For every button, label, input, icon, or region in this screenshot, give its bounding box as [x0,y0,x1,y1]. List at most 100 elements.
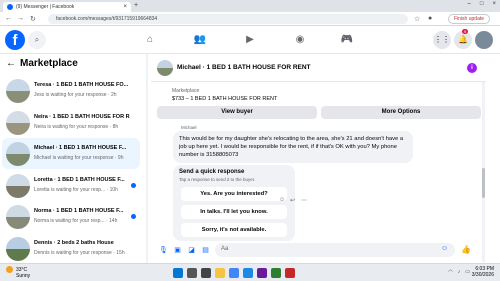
finish-update-button[interactable]: Finish update [448,14,491,24]
conversation-title: Michael · 1 BED 1 BATH HOUSE F... [34,145,127,151]
store-icon[interactable] [271,268,281,278]
sidebar-scrollbar[interactable] [146,54,148,263]
back-arrow-icon[interactable]: ← [6,58,16,69]
weather-widget[interactable]: 33°C Sunny [6,266,30,279]
video-icon[interactable]: ▶ [243,33,257,47]
quick-reply-yes-button[interactable]: Yes. Are you interested? [181,187,287,201]
listing-thumbnail [6,236,30,261]
app-icon[interactable] [257,268,267,278]
home-icon[interactable]: ⌂ [143,33,157,47]
listing-thumbnail [6,79,30,103]
conversation-list-item[interactable]: Dennis · 2 beds 2 baths House Dennis is w… [2,233,140,264]
new-tab-icon[interactable]: + [134,2,138,9]
groups-icon[interactable]: ◉ [293,33,307,47]
listing-price[interactable]: $733 – 1 BED 1 BATH HOUSE FOR RENT [172,96,277,102]
chat-panel: Michael · 1 BED 1 BATH HOUSE FOR RENT i … [151,54,486,263]
conversation-list-item[interactable]: Teresa · 1 BED 1 BATH HOUSE FO... Jess is… [2,75,140,106]
conversation-list-item[interactable]: Loretta · 1 BED 1 BATH HOUSE F... Loretta… [2,170,140,201]
maximize-icon[interactable]: □ [480,1,484,7]
photo-icon[interactable]: ▣ [173,246,182,255]
edge-icon[interactable] [243,268,253,278]
search-icon[interactable]: ⌕ [28,31,46,49]
quick-response-hint: Tap a response to send it to the buyer. [179,177,256,182]
quick-reply-not-available-button[interactable]: Sorry, it's not available. [181,223,287,237]
view-buyer-button[interactable]: View buyer [157,106,317,119]
clock-date: 3/30/2026 [471,272,494,278]
reload-icon[interactable]: ↻ [30,15,36,23]
quick-reply-in-talks-button[interactable]: In talks. I'll let you know. [181,205,287,219]
sidebar-header: ← Marketplace [6,58,78,69]
forward-icon[interactable]: → [17,15,24,22]
address-bar-row: ← → ↻ facebook.com/messages/t/9317159196… [0,12,500,26]
listing-thumbnail [6,173,30,198]
start-icon[interactable] [173,268,183,278]
conversation-list-item[interactable]: Norma · 1 BED 1 BATH HOUSE F... Norma is … [2,201,140,232]
message-composer: 🎙 ▣ ◪ ▤ Aa ☺ 👍 [151,240,486,261]
back-icon[interactable]: ← [5,15,12,22]
conversation-status: Norma is waiting for your resp... · 14h [34,218,118,224]
weather-temp: 33°C [16,266,28,273]
search-taskbar-icon[interactable] [187,268,197,278]
conversation-title: Neira · 1 BED 1 BATH HOUSE FOR R... [34,113,130,120]
conversation-title: Teresa · 1 BED 1 BATH HOUSE FO... [34,82,129,88]
listing-thumbnail [6,142,30,166]
url-input[interactable]: facebook.com/messages/t/931715919664834 [48,14,408,24]
minimize-icon[interactable]: – [468,1,471,7]
conversation-status: Jess is waiting for your response · 2h [34,92,117,98]
chrome-icon[interactable] [229,268,239,278]
info-icon[interactable]: i [467,63,477,73]
emoji-icon[interactable]: ☺ [441,245,448,252]
conversation-title: Loretta · 1 BED 1 BATH HOUSE F... [34,176,125,183]
quick-response-card: Send a quick response Tap a response to … [173,165,295,241]
marketplace-sidebar: ← Marketplace Teresa · 1 BED 1 BATH HOUSE… [0,54,148,263]
react-emoji-icon[interactable]: ☺ [279,197,285,203]
messenger-favicon-icon [7,4,13,10]
facebook-top-bar: f ⌕ ⌂ 👥 ▶ ◉ 🎮 ⋮⋮ 🔔 9 [0,26,500,54]
sun-icon [6,266,13,273]
like-thumb-icon[interactable]: 👍 [461,245,471,254]
browser-tab[interactable]: (9) Messenger | Facebook × [3,2,131,12]
gif-icon[interactable]: ▤ [201,246,210,255]
chat-scrollbar-thumb[interactable] [482,168,485,198]
conversation-status: Michael is waiting for your response · 9… [34,155,124,161]
friends-icon[interactable]: 👥 [193,33,207,47]
conversation-list-item[interactable]: Neira · 1 BED 1 BATH HOUSE FOR R... Neira… [2,107,140,138]
conversation-status: Neira is waiting for your response · 8h [34,123,119,130]
battery-icon[interactable]: ▭ [465,269,470,275]
conversation-list-item[interactable]: Michael · 1 BED 1 BATH HOUSE F... Michael… [2,138,140,169]
weather-desc: Sunny [16,273,31,279]
bookmark-star-icon[interactable]: ☆ [414,15,420,23]
close-tab-icon[interactable]: × [123,4,127,10]
file-explorer-icon[interactable] [215,268,225,278]
chat-avatar[interactable] [157,60,173,76]
reply-icon[interactable]: ↩ [290,197,295,204]
system-tray[interactable]: ◠ ♪ ▭ [448,269,470,275]
facebook-logo[interactable]: f [5,30,25,50]
windows-taskbar: 33°C Sunny ◠ ♪ ▭ 6:03 PM 3/30/2026 [0,263,500,281]
close-window-icon[interactable]: × [492,1,496,7]
quick-response-title: Send a quick response [179,169,245,175]
browser-tab-bar: (9) Messenger | Facebook × + – □ × [0,0,500,12]
profile-icon[interactable]: ● [428,15,432,22]
microphone-icon[interactable]: 🎙 [159,246,168,255]
conversation-status: Loretta is waiting for your resp... · 10… [34,186,118,193]
more-actions-icon[interactable]: ⋯ [301,197,307,204]
mail-icon[interactable] [285,268,295,278]
wifi-icon[interactable]: ◠ [448,269,452,275]
conversation-title: Norma · 1 BED 1 BATH HOUSE F... [34,208,124,214]
sticker-icon[interactable]: ◪ [187,246,196,255]
volume-icon[interactable]: ♪ [458,269,461,275]
listing-thumbnail [6,110,30,135]
chat-title[interactable]: Michael · 1 BED 1 BATH HOUSE FOR RENT [177,64,311,71]
message-input[interactable]: Aa [215,243,455,257]
tab-title: (9) Messenger | Facebook [16,4,75,10]
listing-thumbnail [6,205,30,229]
chat-header: Michael · 1 BED 1 BATH HOUSE FOR RENT i [151,54,486,82]
menu-grid-icon[interactable]: ⋮⋮ [433,31,451,49]
clock[interactable]: 6:03 PM 3/30/2026 [472,266,494,278]
account-avatar[interactable] [475,31,493,49]
more-options-button[interactable]: More Options [321,106,481,119]
task-view-icon[interactable] [201,268,211,278]
sender-name: Michael [181,125,197,130]
gaming-icon[interactable]: 🎮 [340,33,354,47]
